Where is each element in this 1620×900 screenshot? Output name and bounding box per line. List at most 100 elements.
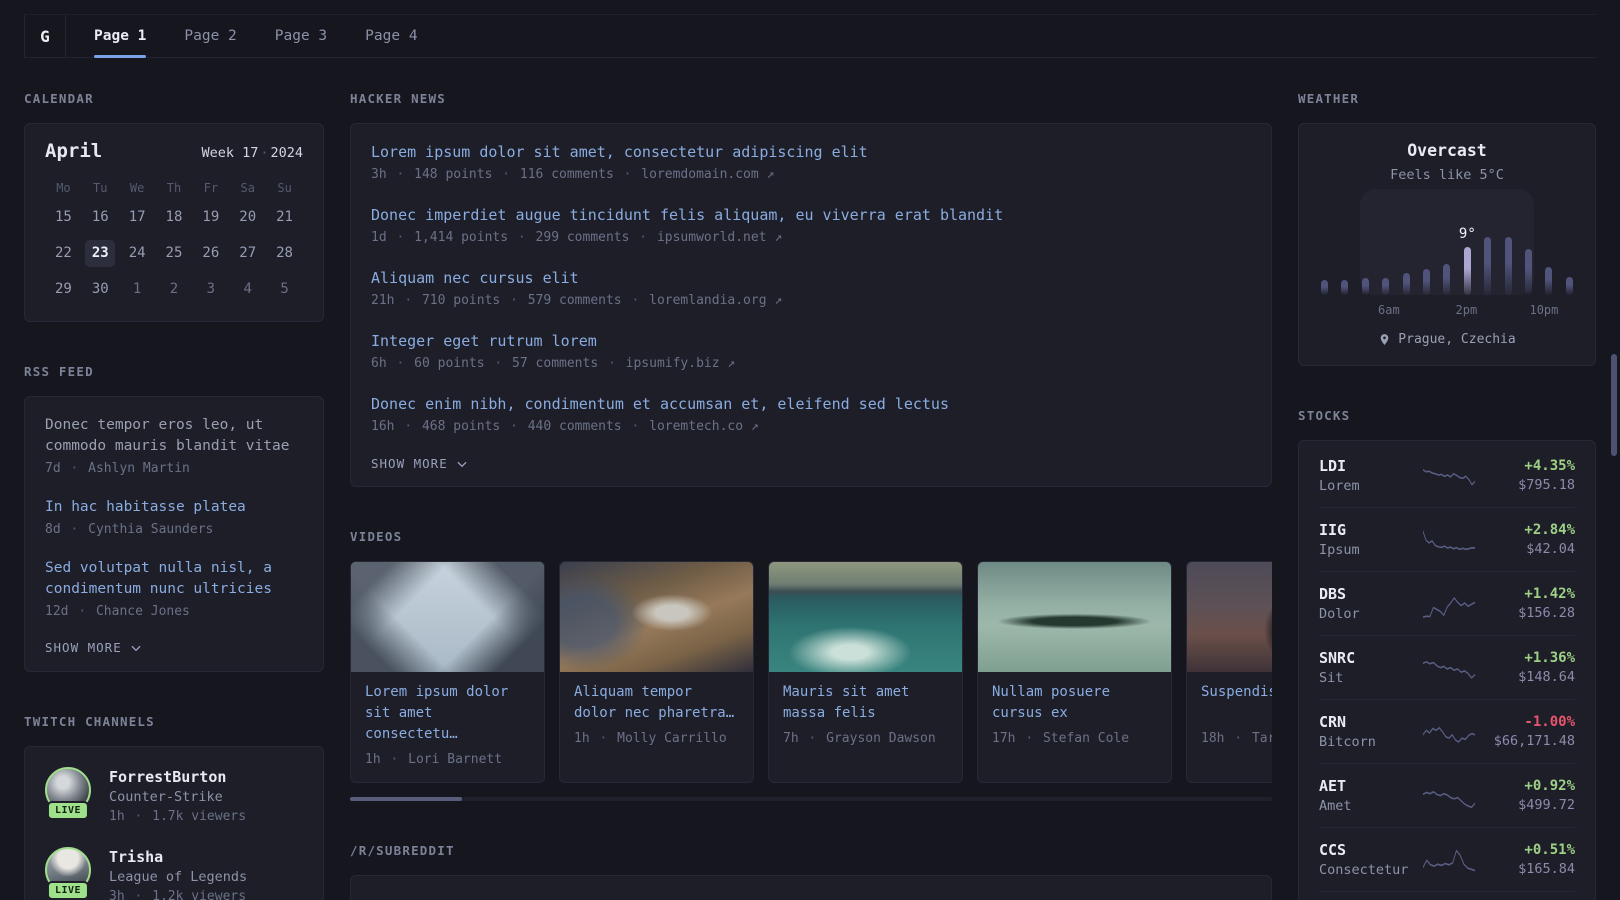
stock-row[interactable]: IIG Ipsum +2.84% $42.04 (1319, 507, 1575, 571)
weekday-label: Sa (240, 181, 255, 195)
channel-category: Counter-Strike (109, 789, 223, 805)
separator-dot: · (78, 604, 87, 619)
hn-domain-link[interactable]: loremdomain.com ↗ (641, 167, 774, 182)
channel-category: League of Legends (109, 869, 248, 885)
twitch-channel[interactable]: LIVE Trisha League of Legends 3h · 1.2k … (45, 847, 303, 900)
rss-item-title[interactable]: Donec tempor eros leo, ut commodo mauris… (45, 415, 303, 457)
stock-left: SNRC Sit (1319, 649, 1415, 686)
hn-domain-link[interactable]: loremtech.co ↗ (649, 419, 759, 434)
calendar-day: 2 (169, 281, 179, 297)
hn-item-meta: 6h · 60 points · 57 comments · ipsumify.… (371, 356, 736, 371)
nav-tabs: Page 1 Page 2 Page 3 Page 4 (94, 15, 418, 58)
video-card[interactable]: Aliquam tempor dolor nec pharetra… 1h · … (559, 561, 754, 783)
rss-show-more[interactable]: SHOW MORE (45, 640, 143, 655)
hn-item-title[interactable]: Donec enim nibh, condimentum et accumsan… (371, 393, 1251, 415)
video-title[interactable]: Lorem ipsum dolor sit amet consectetu… (365, 682, 530, 745)
twitch-channel[interactable]: LIVE ForrestBurton Counter-Strike 1h · 1… (45, 767, 303, 827)
avatar-wrap: LIVE (45, 847, 91, 900)
hackernews-widget: HACKER NEWS Lorem ipsum dolor sit amet, … (350, 91, 1272, 487)
hackernews-card: Lorem ipsum dolor sit amet, consectetur … (350, 123, 1272, 487)
hackernews-section-title: HACKER NEWS (350, 91, 446, 106)
stock-row[interactable]: CRN Bitcorn -1.00% $66,171.48 (1319, 699, 1575, 763)
hn-item-title[interactable]: Aliquam nec cursus elit (371, 267, 1251, 289)
stock-row[interactable]: AHS +0.46% (1319, 891, 1575, 900)
stock-sparkline (1423, 790, 1475, 808)
calendar-day: 1 (132, 281, 142, 297)
calendar-grid: Mo Tu We Th Fr Sa Su 15 16 17 18 19 20 21 22 23 24 25 26 27… (45, 181, 303, 303)
stock-row[interactable]: CCS Consectetur +0.51% $165.84 (1319, 827, 1575, 891)
stock-left: DBS Dolor (1319, 585, 1415, 622)
video-card[interactable]: Nullam posuere cursus ex 17h · Stefan Co… (977, 561, 1172, 783)
video-title[interactable]: Mauris sit amet massa felis (783, 682, 948, 724)
hn-domain-link[interactable]: ipsumify.biz ↗ (626, 356, 736, 371)
video-title[interactable]: Aliquam tempor dolor nec pharetra… (574, 682, 739, 724)
channel-name: ForrestBurton (109, 768, 227, 786)
app-logo[interactable]: G (24, 15, 66, 57)
hn-domain-link[interactable]: ipsumworld.net ↗ (657, 230, 782, 245)
weather-bar (1423, 269, 1431, 295)
weather-condition: Overcast (1407, 141, 1487, 160)
weekday-label: Th (166, 181, 182, 195)
stock-name: Sit (1319, 670, 1344, 686)
twitch-widget: TWITCH CHANNELS LIVE ForrestBurton Count… (24, 714, 324, 900)
weather-feels-like: Feels like 5°C (1390, 167, 1504, 183)
separator-dot: · (1234, 731, 1243, 746)
video-thumbnail[interactable] (1187, 562, 1272, 672)
weekday-label: Su (277, 181, 292, 195)
calendar-widget: CALENDAR April Week 17 · 2024 Mo Tu We Th Fr Sa… (24, 91, 324, 322)
video-thumbnail[interactable] (560, 562, 753, 672)
stock-row[interactable]: LDI Lorem +4.35% $795.18 (1319, 444, 1575, 507)
left-column: CALENDAR April Week 17 · 2024 Mo Tu We Th Fr Sa… (24, 91, 324, 900)
calendar-day: 29 (54, 281, 72, 297)
separator-dot: · (631, 419, 640, 434)
calendar-week-label: Week 17 (201, 145, 259, 161)
stock-row[interactable]: DBS Dolor +1.42% $156.28 (1319, 571, 1575, 635)
videos-widget: VIDEOS Lorem ipsum dolor sit amet consec… (350, 529, 1272, 801)
chevron-down-icon (457, 461, 467, 467)
hn-item-title[interactable]: Donec imperdiet augue tincidunt felis al… (371, 204, 1251, 226)
post-title[interactable]: Maecenas mollis pulvinar erat non posuer… (371, 894, 1251, 900)
video-thumbnail[interactable] (351, 562, 544, 672)
video-card[interactable]: Suspendisse diam 18h · Tara (1186, 561, 1272, 783)
rss-item-title[interactable]: In hac habitasse platea (45, 497, 303, 518)
page-scrollbar[interactable] (1611, 354, 1617, 456)
hn-item-title[interactable]: Lorem ipsum dolor sit amet, consectetur … (371, 141, 1251, 163)
video-card-body: Aliquam tempor dolor nec pharetra… 1h · … (560, 672, 753, 761)
calendar-day: 25 (165, 245, 183, 261)
videos-scrollbar[interactable] (350, 797, 1272, 801)
channel-meta: 3h · 1.2k viewers (109, 887, 247, 900)
hn-item-title[interactable]: Integer eget rutrum lorem (371, 330, 1251, 352)
video-thumbnail[interactable] (978, 562, 1171, 672)
hn-domain-link[interactable]: loremlandia.org ↗ (649, 293, 782, 308)
video-card[interactable]: Lorem ipsum dolor sit amet consectetu… 1… (350, 561, 545, 783)
videos-scrollbar-thumb[interactable] (350, 797, 462, 801)
rss-item-title[interactable]: Sed volutpat nulla nisl, a condimentum n… (45, 558, 303, 600)
twitch-card: LIVE ForrestBurton Counter-Strike 1h · 1… (24, 746, 324, 900)
video-thumbnail[interactable] (769, 562, 962, 672)
hn-show-more[interactable]: SHOW MORE (371, 456, 469, 471)
live-badge: LIVE (46, 881, 90, 900)
tab-page-1[interactable]: Page 1 (94, 15, 147, 58)
stock-name: Bitcorn (1319, 734, 1376, 750)
video-card-body: Mauris sit amet massa felis 7h · Grayson… (769, 672, 962, 761)
video-card[interactable]: Mauris sit amet massa felis 7h · Grayson… (768, 561, 963, 783)
stock-row[interactable]: AET Amet +0.92% $499.72 (1319, 763, 1575, 827)
tab-page-3[interactable]: Page 3 (275, 15, 327, 57)
tab-page-4[interactable]: Page 4 (365, 15, 417, 57)
video-title[interactable]: Nullam posuere cursus ex (992, 682, 1157, 724)
twitch-section-title: TWITCH CHANNELS (24, 714, 155, 729)
separator-dot: · (808, 731, 817, 746)
video-title[interactable]: Suspendisse diam (1201, 682, 1272, 724)
stock-sparkline (1423, 660, 1475, 679)
separator-dot: · (639, 230, 648, 245)
stock-symbol: DBS (1319, 585, 1347, 603)
calendar-week-info: Week 17 · 2024 (201, 145, 303, 161)
calendar-card: April Week 17 · 2024 Mo Tu We Th Fr Sa Su 15 16 17 1… (24, 123, 324, 322)
hn-item: Aliquam nec cursus elit 21h · 710 points… (371, 267, 1251, 311)
calendar-day: 17 (128, 209, 146, 225)
stock-row[interactable]: SNRC Sit +1.36% $148.64 (1319, 635, 1575, 699)
weekday-label: Mo (56, 181, 71, 195)
calendar-day: 21 (276, 209, 293, 225)
tab-page-2[interactable]: Page 2 (184, 15, 236, 57)
stock-sparkline (1423, 468, 1475, 485)
